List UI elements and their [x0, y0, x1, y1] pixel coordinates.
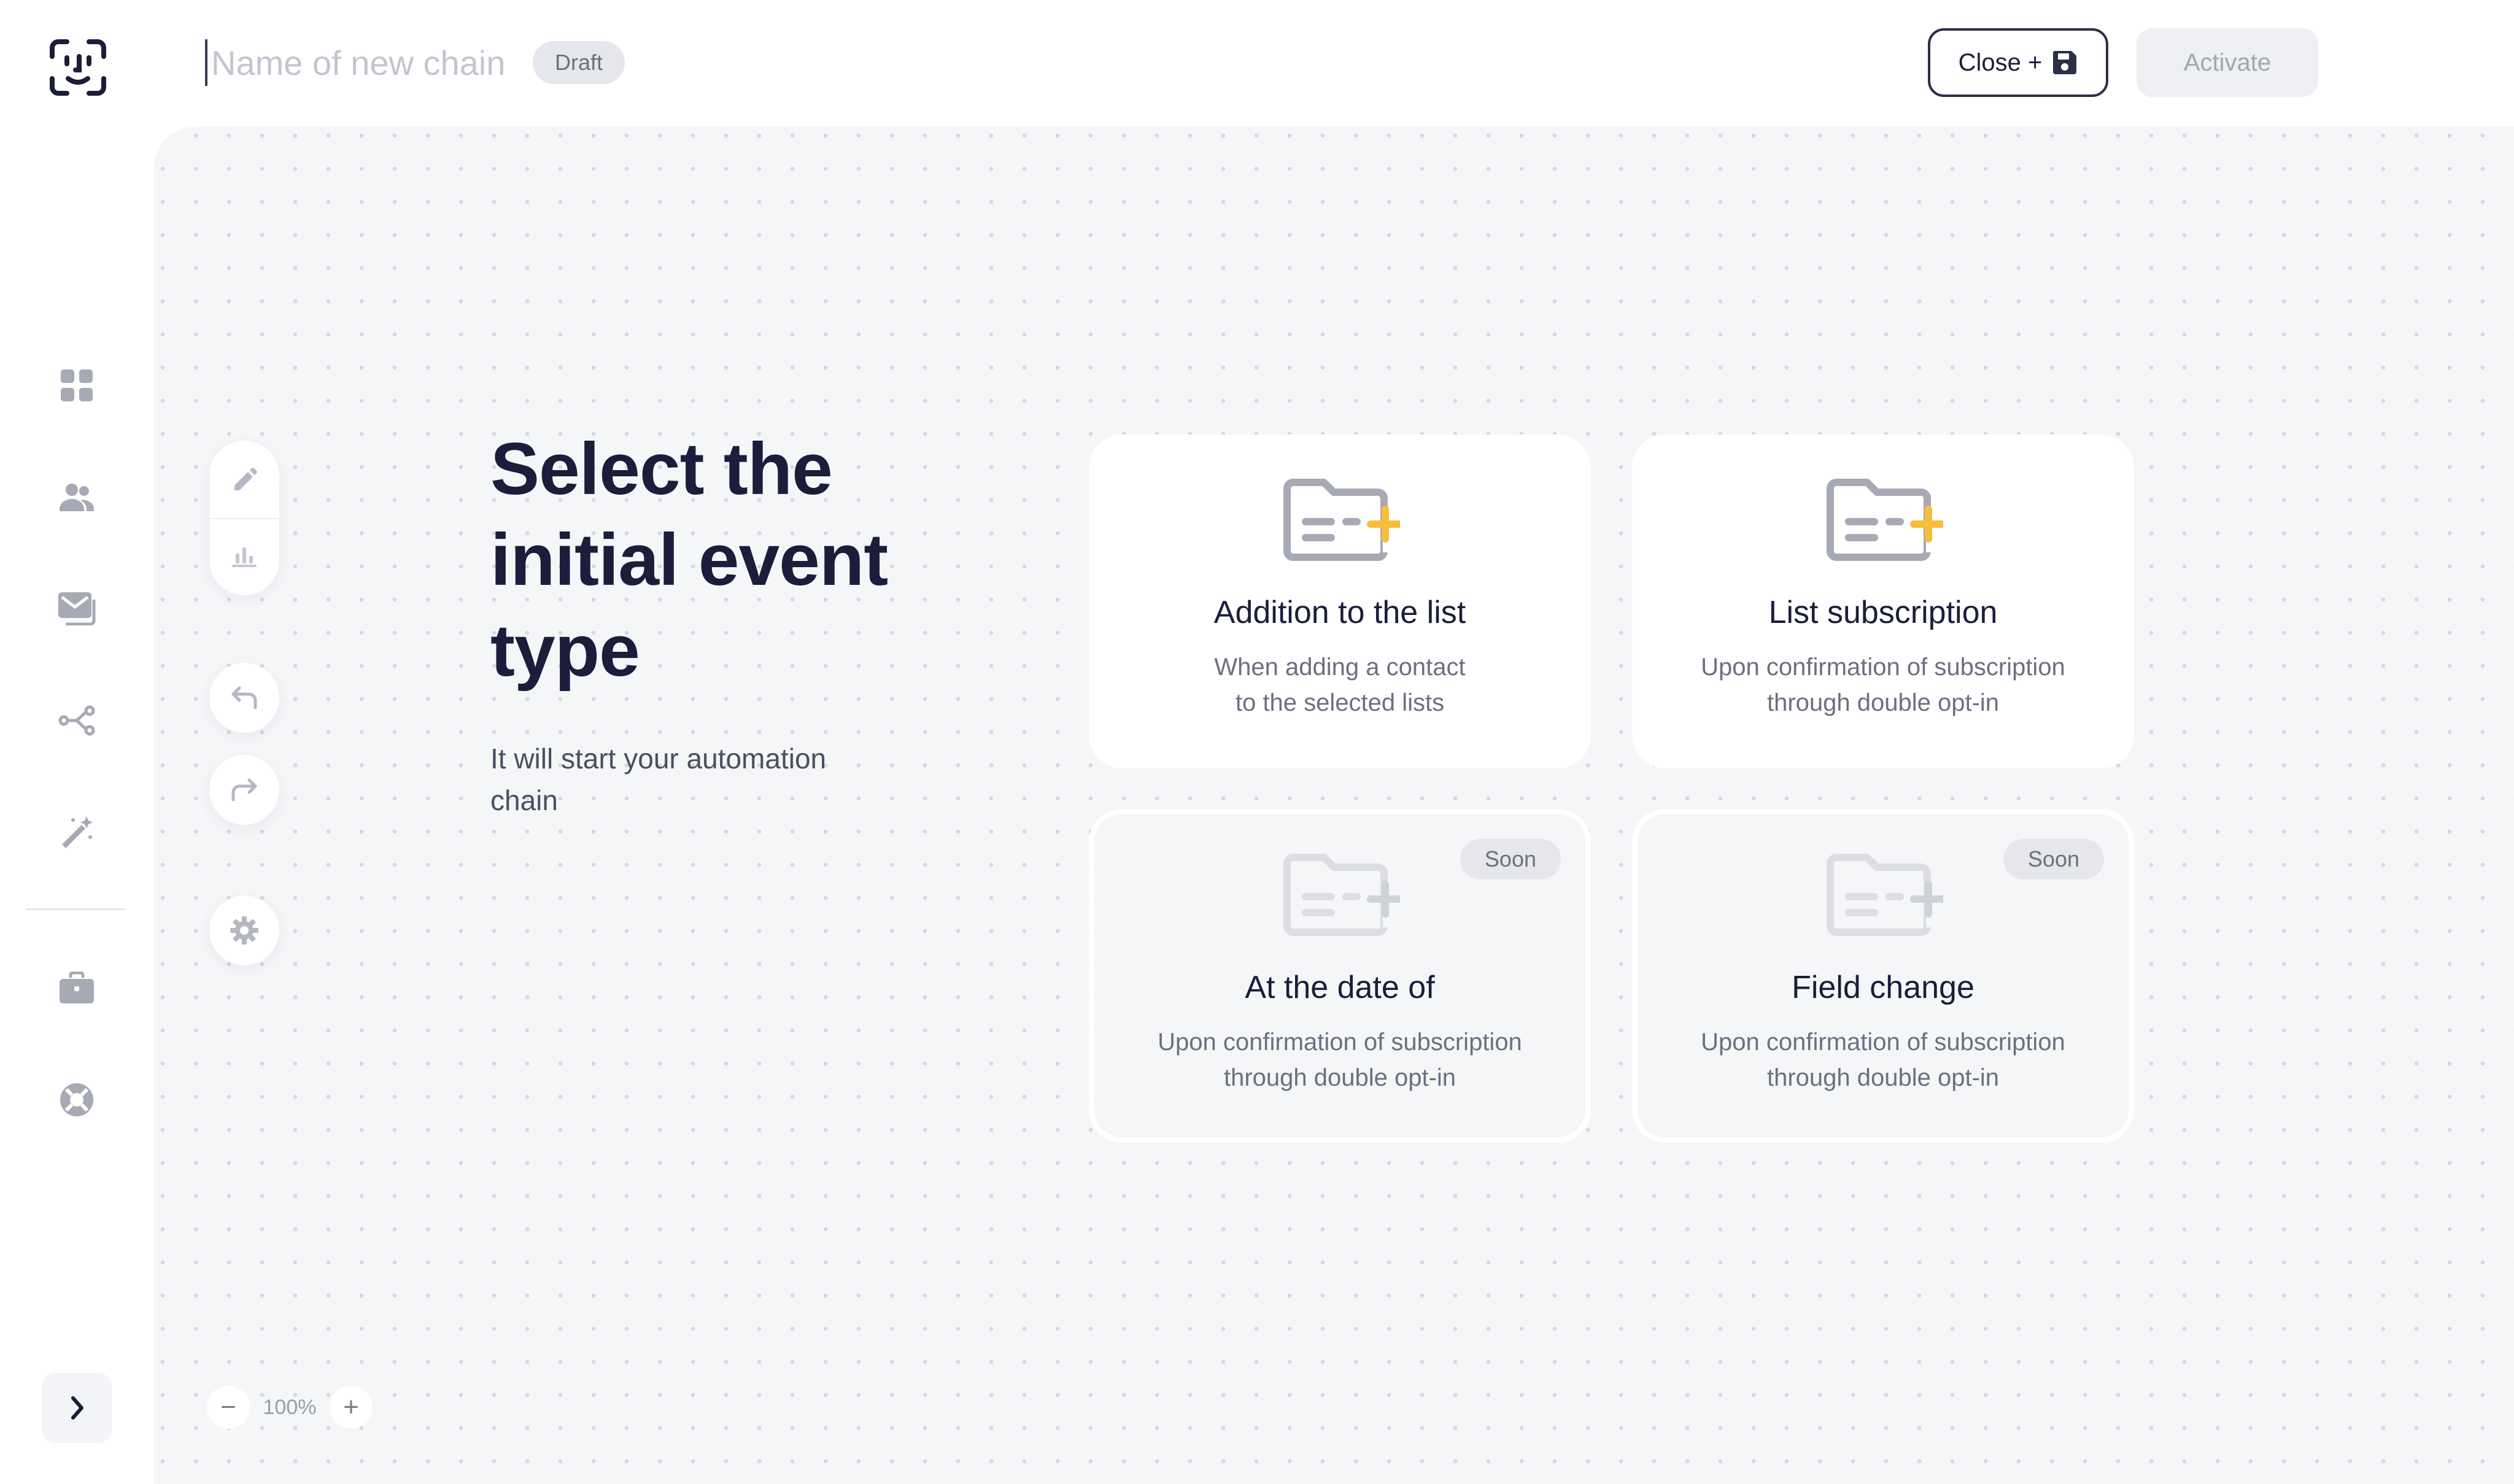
card-description-line: When adding a contact — [1214, 654, 1466, 681]
pencil-icon — [231, 467, 258, 494]
folder-add-icon — [1823, 477, 1943, 570]
status-badge: Draft — [533, 41, 625, 84]
card-description-line: Upon confirmation of subscription — [1158, 1029, 1522, 1056]
automation-icon — [58, 705, 95, 736]
status-badge-label: Draft — [555, 50, 603, 75]
mail-icon — [57, 591, 96, 625]
card-description-line: Upon confirmation of subscription — [1701, 1029, 2065, 1056]
chain-name-input[interactable] — [205, 39, 524, 86]
bar-chart-icon — [231, 541, 258, 568]
event-card-at-the-date-of: Soon At the date of Upon confirmation of… — [1089, 809, 1591, 1143]
event-card-list-subscription[interactable]: List subscription Upon confirmation of s… — [1632, 435, 2134, 768]
undo-button[interactable] — [209, 663, 279, 733]
tool-separator — [209, 518, 279, 519]
gear-icon — [229, 915, 260, 946]
zoom-out-button[interactable]: − — [207, 1386, 250, 1429]
zoom-in-button[interactable]: + — [330, 1386, 373, 1429]
soon-badge: Soon — [2003, 839, 2104, 879]
page-subtitle: It will start your automation chain — [490, 743, 827, 816]
card-description: Upon confirmation of subscription throug… — [1657, 649, 2110, 721]
card-description-line: through double opt-in — [1766, 689, 2000, 716]
close-and-save-button[interactable]: Close + — [1928, 28, 2108, 97]
expand-sidebar-button[interactable] — [42, 1373, 112, 1443]
sidebar-divider — [26, 908, 125, 910]
chevron-right-icon — [67, 1394, 87, 1421]
sidebar — [0, 0, 153, 1484]
redo-button[interactable] — [209, 755, 279, 825]
dashboard-icon — [60, 368, 94, 403]
sidebar-item-magic[interactable] — [50, 805, 104, 859]
support-icon — [59, 1082, 95, 1118]
folder-add-icon — [1280, 477, 1400, 570]
page-title: Select the initial event type — [490, 428, 888, 692]
edit-tool-button[interactable] — [220, 456, 269, 505]
magic-wand-icon — [60, 815, 94, 849]
folder-add-icon — [1823, 852, 1943, 945]
card-description-line: Upon confirmation of subscription — [1701, 654, 2065, 681]
card-title: Addition to the list — [1213, 595, 1466, 630]
card-description: When adding a contact to the selected li… — [1113, 649, 1566, 721]
event-card-addition-to-list[interactable]: Addition to the list When adding a conta… — [1089, 435, 1591, 768]
briefcase-icon — [58, 972, 95, 1005]
activate-button-label: Activate — [2183, 48, 2272, 76]
redo-icon — [230, 776, 259, 803]
card-description: Upon confirmation of subscription throug… — [1662, 1024, 2104, 1096]
statistics-tool-button[interactable] — [220, 530, 269, 579]
close-button-label: Close + — [1958, 48, 2043, 76]
face-id-logo-icon[interactable] — [48, 38, 107, 97]
sidebar-item-business[interactable] — [50, 961, 104, 1015]
zoom-control: − 100% + — [207, 1386, 373, 1429]
contacts-icon — [58, 482, 95, 512]
undo-icon — [230, 684, 259, 711]
soon-badge: Soon — [1460, 839, 1561, 879]
save-icon — [2052, 50, 2078, 75]
plus-icon: + — [343, 1392, 359, 1422]
settings-button[interactable] — [209, 895, 279, 965]
card-description-line: to the selected lists — [1235, 689, 1445, 716]
card-title: List subscription — [1768, 595, 1998, 630]
event-card-field-change: Soon Field change Upon confirmation of s… — [1632, 809, 2134, 1143]
sidebar-item-campaigns[interactable] — [50, 581, 104, 635]
card-title: Field change — [1792, 970, 1974, 1005]
activate-button[interactable]: Activate — [2137, 28, 2318, 97]
tool-group — [209, 441, 279, 595]
sidebar-item-dashboard[interactable] — [50, 358, 104, 412]
sidebar-item-support[interactable] — [50, 1073, 104, 1127]
folder-add-icon — [1280, 852, 1400, 945]
card-description-line: through double opt-in — [1223, 1064, 1456, 1091]
zoom-level: 100% — [263, 1395, 317, 1419]
card-description: Upon confirmation of subscription throug… — [1119, 1024, 1561, 1096]
sidebar-item-automation[interactable] — [50, 694, 104, 748]
sidebar-item-contacts[interactable] — [50, 470, 104, 524]
minus-icon: − — [220, 1392, 236, 1422]
card-title: At the date of — [1245, 970, 1435, 1005]
card-description-line: through double opt-in — [1766, 1064, 2000, 1091]
